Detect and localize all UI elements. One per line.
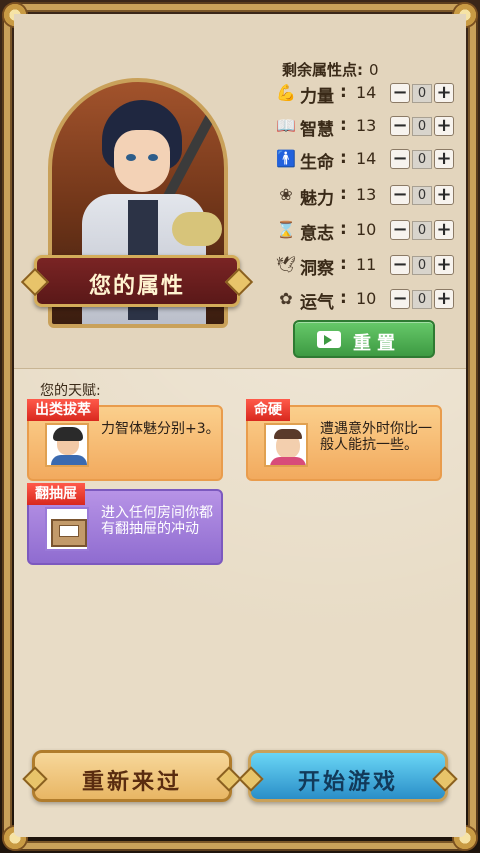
life-minus-button[interactable]: − [390,149,410,169]
drawer-icon [45,507,89,551]
attribute-colon: : [340,288,347,308]
attribute-value: 11 [356,255,377,274]
game-frame: 您的属性 剩余属性点: 0 💪 力量 : 14 − 0 + 📖 智慧 : 13 −… [0,0,480,853]
attribute-colon: : [340,254,347,274]
attribute-row-insight: 🕊 洞察 : 11 − 0 + [276,253,456,279]
attribute-name: 洞察 [300,259,334,279]
luck-plus-button[interactable]: + [434,289,454,309]
attribute-value: 13 [356,116,377,135]
bird-insight-icon: 🕊 [276,255,297,274]
charm-plus-button[interactable]: + [434,185,454,205]
attribute-row-will: ⌛ 意志 : 10 − 0 + [276,218,456,244]
strength-plus-button[interactable]: + [434,83,454,103]
talent-tag: 出类拔萃 [27,399,99,421]
hero-face [114,130,170,192]
attribute-colon: : [340,148,347,168]
flower-charm-icon: ❀ [279,185,293,204]
arm-strength-icon: 💪 [276,83,296,102]
attribute-name: 魅力 [300,189,334,209]
talent-portrait-icon [45,423,89,467]
insight-alloc: 0 [412,256,432,275]
attribute-colon: : [340,219,347,239]
remaining-points: 剩余属性点: 0 [282,59,379,80]
hero-eye-right [148,154,158,161]
hero-eye-left [126,154,136,161]
portrait-title: 您的属性 [88,274,185,299]
start-game-button[interactable]: 开始游戏 [248,750,448,802]
attribute-value: 14 [356,83,377,102]
wisdom-alloc: 0 [412,117,432,136]
remaining-points-value: 0 [369,61,379,79]
restart-button-label: 重新来过 [81,770,182,795]
life-plus-button[interactable]: + [434,149,454,169]
strength-minus-button[interactable]: − [390,83,410,103]
book-wisdom-icon: 📖 [276,116,296,135]
wisdom-minus-button[interactable]: − [390,116,410,136]
remaining-points-label: 剩余属性点: [282,61,363,79]
strength-alloc: 0 [412,84,432,103]
charm-alloc: 0 [412,186,432,205]
talent-tag: 命硬 [246,399,290,421]
talents-heading: 您的天赋: [40,383,101,399]
will-plus-button[interactable]: + [434,220,454,240]
talent-tag: 翻抽屉 [27,483,85,505]
attribute-value: 10 [356,220,377,239]
video-camera-icon [317,331,341,348]
attribute-row-charm: ❀ 魅力 : 13 − 0 + [276,183,456,209]
attribute-value: 14 [356,149,377,168]
attribute-row-luck: ✿ 运气 : 10 − 0 + [276,287,456,313]
attribute-colon: : [340,82,347,102]
talent-card[interactable]: 出类拔萃 力智体魅分别+3。 [27,399,223,481]
attribute-colon: : [340,184,347,204]
insight-minus-button[interactable]: − [390,255,410,275]
wisdom-plus-button[interactable]: + [434,116,454,136]
attribute-name: 力量 [300,87,334,107]
talent-desc: 力智体魅分别+3。 [101,421,220,437]
clover-luck-icon: ✿ [279,289,293,308]
talent-card[interactable]: 命硬 遭遇意外时你比一般人能抗一些。 [246,399,442,481]
portrait-title-plate: 您的属性 [34,255,240,307]
reset-button-label: 重置 [353,333,401,354]
luck-alloc: 0 [412,290,432,309]
life-alloc: 0 [412,150,432,169]
hourglass-will-icon: ⌛ [276,220,296,239]
charm-minus-button[interactable]: − [390,185,410,205]
attribute-colon: : [340,115,347,135]
person-life-icon: 🚹 [276,149,296,168]
attribute-row-strength: 💪 力量 : 14 − 0 + [276,81,456,107]
start-game-button-label: 开始游戏 [297,770,398,795]
talent-desc: 进入任何房间你都有翻抽屉的冲动 [101,505,213,537]
will-minus-button[interactable]: − [390,220,410,240]
reset-button[interactable]: 重置 [293,320,435,358]
talent-portrait-icon [264,423,308,467]
hero-shoulder-pad [172,212,222,246]
talent-card[interactable]: 翻抽屉 进入任何房间你都有翻抽屉的冲动 [27,483,223,565]
attribute-name: 意志 [300,224,334,244]
will-alloc: 0 [412,221,432,240]
attribute-row-life: 🚹 生命 : 14 − 0 + [276,147,456,173]
luck-minus-button[interactable]: − [390,289,410,309]
attribute-value: 13 [356,185,377,204]
attribute-row-wisdom: 📖 智慧 : 13 − 0 + [276,114,456,140]
attribute-name: 智慧 [300,120,334,140]
restart-button[interactable]: 重新来过 [32,750,232,802]
attribute-name: 运气 [300,293,334,313]
attribute-name: 生命 [300,153,334,173]
attribute-value: 10 [356,289,377,308]
talent-desc: 遭遇意外时你比一般人能抗一些。 [320,421,432,453]
insight-plus-button[interactable]: + [434,255,454,275]
